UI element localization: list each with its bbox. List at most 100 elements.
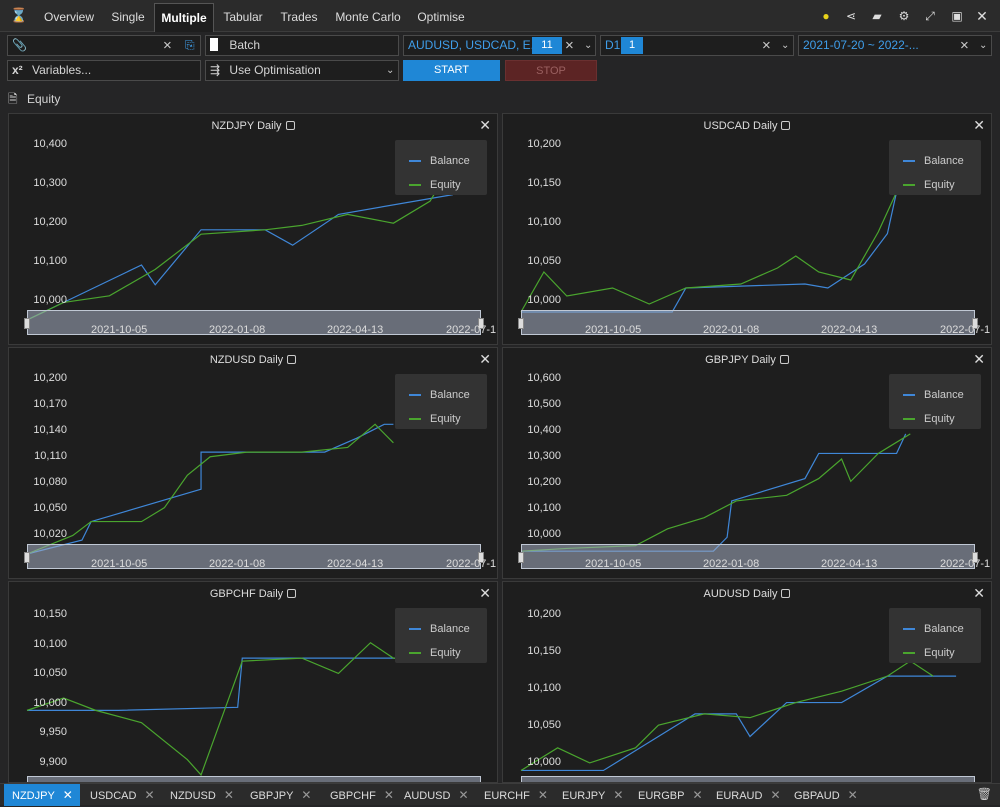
y-tick-label: 10,050 — [33, 502, 67, 514]
trash-icon[interactable]: 🗑 — [977, 787, 992, 801]
close-tab-icon[interactable]: ✕ — [458, 788, 468, 802]
tab-single[interactable]: Single — [105, 3, 151, 32]
clear-icon[interactable]: × — [960, 36, 969, 55]
close-chart-icon[interactable]: ✕ — [973, 117, 985, 134]
share-icon[interactable]: ⋖ — [843, 7, 859, 25]
legend-balance[interactable]: Balance — [903, 622, 964, 636]
legend-balance[interactable]: Balance — [409, 154, 470, 168]
checkbox-icon[interactable] — [287, 355, 297, 364]
legend-label: Balance — [430, 623, 470, 635]
legend-balance[interactable]: Balance — [903, 154, 964, 168]
date-range-select[interactable]: 2021-07-20 ~ 2022-... × ⌄ — [798, 35, 992, 56]
bottom-tab-eurchf[interactable]: EURCHF ✕ — [476, 784, 552, 806]
close-tab-icon[interactable]: ✕ — [63, 788, 73, 802]
bottom-tab-eurjpy[interactable]: EURJPY ✕ — [554, 784, 628, 806]
close-tab-icon[interactable]: ✕ — [144, 788, 154, 802]
window-icon[interactable]: ▣ — [949, 7, 965, 25]
checkbox-icon[interactable] — [781, 121, 791, 130]
bottom-tab-gbpjpy[interactable]: GBPJPY ✕ — [242, 784, 320, 806]
clear-icon[interactable]: × — [762, 36, 771, 55]
legend-balance[interactable]: Balance — [409, 622, 470, 636]
range-navigator[interactable] — [521, 776, 975, 782]
close-tab-icon[interactable]: ✕ — [613, 788, 623, 802]
checkbox-icon[interactable] — [287, 589, 297, 598]
settings-icon[interactable]: ⚙ — [896, 7, 912, 25]
bottom-tab-gbpaud[interactable]: GBPAUD ✕ — [786, 784, 866, 806]
legend-equity[interactable]: Equity — [903, 412, 955, 426]
timeframe-select[interactable]: D1 1 × ⌄ — [600, 35, 794, 56]
legend-equity[interactable]: Equity — [903, 178, 955, 192]
tab-trades[interactable]: Trades — [272, 3, 326, 32]
file-input[interactable]: 📎 × ⎘ — [7, 35, 201, 56]
stop-button[interactable]: STOP — [505, 60, 597, 81]
legend-equity[interactable]: Equity — [409, 178, 461, 192]
folder-icon[interactable]: ▰ — [869, 7, 885, 25]
close-tab-icon[interactable]: ✕ — [770, 788, 780, 802]
navigator-handle-left[interactable] — [518, 318, 524, 329]
variables-button[interactable]: x² Variables... — [7, 60, 201, 81]
close-tab-icon[interactable]: ✕ — [384, 788, 394, 802]
close-chart-icon[interactable]: ✕ — [973, 351, 985, 368]
help-icon[interactable]: ● — [818, 7, 834, 25]
close-tab-icon[interactable]: ✕ — [224, 788, 234, 802]
y-tick-label: 10,300 — [527, 450, 561, 462]
range-navigator[interactable] — [27, 776, 481, 782]
bottom-tab-nzdusd[interactable]: NZDUSD ✕ — [162, 784, 240, 806]
checkbox-icon[interactable] — [285, 121, 295, 130]
y-tick-label: 10,200 — [527, 138, 561, 150]
legend-swatch — [409, 184, 421, 187]
expand-icon[interactable]: ⤢ — [922, 7, 938, 25]
chevron-down-icon[interactable]: ⌄ — [781, 36, 789, 55]
legend-equity[interactable]: Equity — [409, 646, 461, 660]
symbols-select[interactable]: AUDUSD, USDCAD, E... 11 × ⌄ — [403, 35, 596, 56]
chart-panel-nzdjpy: 10,400 10,300 10,200 10,100 10,000 2021-10-05… — [8, 113, 498, 345]
legend-balance[interactable]: Balance — [903, 388, 964, 402]
navigator-handle-left[interactable] — [518, 552, 524, 563]
close-chart-icon[interactable]: ✕ — [479, 351, 491, 368]
optimisation-select[interactable]: ⇶ Use Optimisation ⌄ — [205, 60, 399, 81]
bottom-tab-nzdjpy[interactable]: NZDJPY ✕ — [4, 784, 80, 806]
legend-label: Balance — [924, 389, 964, 401]
chevron-down-icon[interactable]: ⌄ — [979, 36, 987, 55]
bottom-tab-gbpchf[interactable]: GBPCHF ✕ — [322, 784, 394, 806]
chevron-down-icon[interactable]: ⌄ — [584, 36, 592, 55]
bottom-tab-eurgbp[interactable]: EURGBP ✕ — [630, 784, 706, 806]
chevron-down-icon[interactable]: ⌄ — [386, 61, 394, 80]
y-tick-label: 10,050 — [527, 719, 561, 731]
close-chart-icon[interactable]: ✕ — [479, 117, 491, 134]
x-tick-label: 2021-10-05 — [91, 324, 148, 336]
clear-icon[interactable]: × — [565, 36, 574, 55]
bottom-tab-euraud[interactable]: EURAUD ✕ — [708, 784, 784, 806]
tab-monte-carlo[interactable]: Monte Carlo — [330, 3, 406, 32]
bottom-tab-label: AUDUSD — [404, 790, 451, 802]
close-chart-icon[interactable]: ✕ — [479, 585, 491, 602]
legend-equity[interactable]: Equity — [409, 412, 461, 426]
clear-icon[interactable]: × — [163, 36, 172, 55]
start-button[interactable]: START — [403, 60, 500, 81]
tab-overview[interactable]: Overview — [35, 3, 103, 32]
tab-optimise[interactable]: Optimise — [410, 3, 472, 32]
legend-balance[interactable]: Balance — [409, 388, 470, 402]
tab-tabular[interactable]: Tabular — [216, 3, 270, 32]
close-tab-icon[interactable]: ✕ — [692, 788, 702, 802]
close-icon[interactable]: ✕ — [974, 7, 990, 25]
y-tick-label: 10,400 — [527, 424, 561, 436]
legend-swatch — [409, 418, 421, 421]
checkbox-icon[interactable] — [779, 355, 789, 364]
bottom-tab-usdcad[interactable]: USDCAD ✕ — [82, 784, 160, 806]
tab-multiple[interactable]: Multiple — [154, 3, 214, 32]
x-tick-label: 2021-10-05 — [585, 558, 642, 570]
close-tab-icon[interactable]: ✕ — [301, 788, 311, 802]
navigator-handle-left[interactable] — [24, 318, 30, 329]
file-add-icon[interactable]: ⎘ — [185, 36, 195, 55]
bottom-tab-audusd[interactable]: AUDUSD ✕ — [396, 784, 474, 806]
close-tab-icon[interactable]: ✕ — [538, 788, 548, 802]
navigator-handle-left[interactable] — [24, 552, 30, 563]
checkbox-icon[interactable] — [781, 589, 791, 598]
legend-label: Balance — [924, 155, 964, 167]
x-tick-label: 2022-07-1 — [446, 324, 497, 336]
close-chart-icon[interactable]: ✕ — [973, 585, 985, 602]
batch-toggle[interactable]: Batch — [205, 35, 399, 56]
legend-equity[interactable]: Equity — [903, 646, 955, 660]
close-tab-icon[interactable]: ✕ — [848, 788, 858, 802]
